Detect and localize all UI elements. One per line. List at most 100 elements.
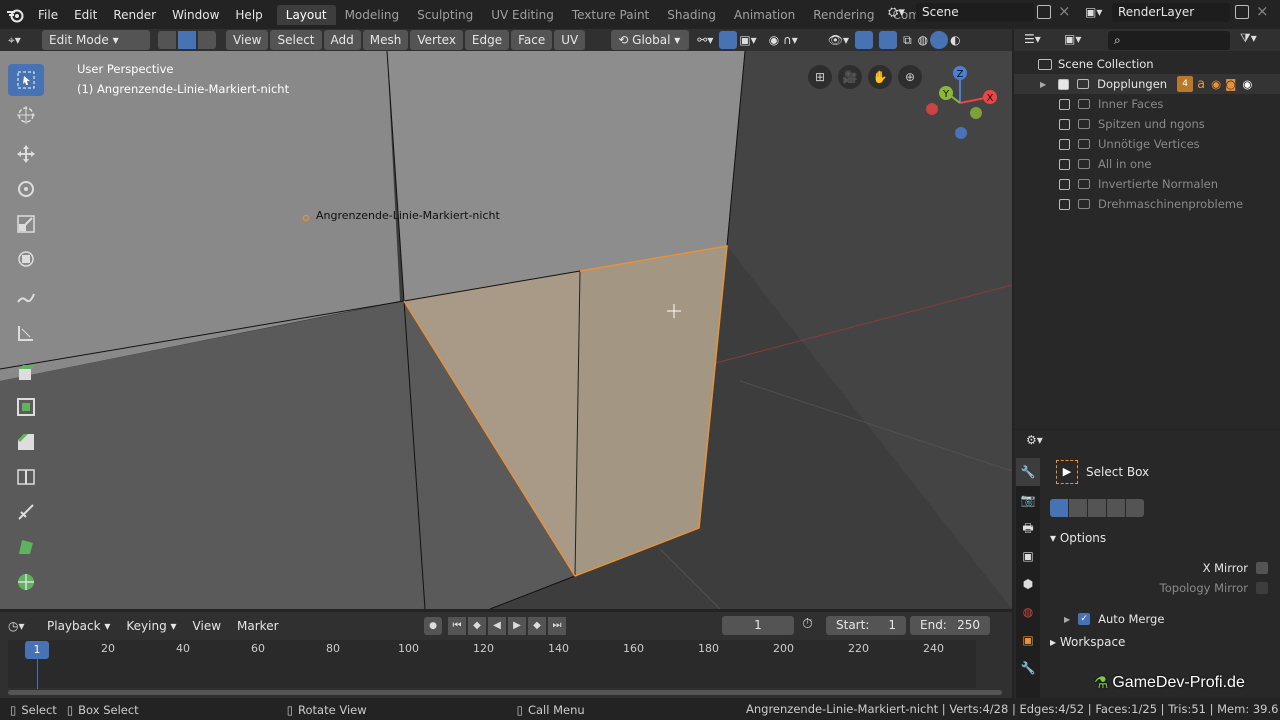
overlays-toggle-icon[interactable] [879,31,898,49]
edge-menu[interactable]: Edge [464,30,510,50]
select-mode-face-icon[interactable] [198,31,216,49]
bevel-tool-icon[interactable] [8,426,44,458]
mesh-menu[interactable]: Mesh [362,30,409,50]
render-tab-icon[interactable]: 📷 [1016,486,1040,514]
tab-modeling[interactable]: Modeling [336,5,409,25]
timeline-editor-icon[interactable]: ◷▾ [8,619,38,633]
expand-arrow-icon[interactable]: ▶ [1040,80,1046,89]
proportional-edit-icon[interactable]: ◉ ∩▾ [769,33,798,47]
tab-animation[interactable]: Animation [725,5,804,25]
play-reverse-icon[interactable]: ◀ [488,617,506,635]
tab-layout[interactable]: Layout [276,4,336,25]
snap-icon[interactable] [719,31,738,49]
tab-rendering[interactable]: Rendering [804,5,883,25]
preview-range-icon[interactable]: ⏱ [802,616,813,632]
select-mode-edge-icon[interactable] [178,31,196,49]
properties-editor-icon[interactable]: ⚙▾ [1026,433,1043,447]
jump-start-icon[interactable]: ⏮ [448,617,466,635]
mode-invert-icon[interactable] [1107,499,1125,517]
marker-menu[interactable]: Marker [230,619,285,633]
keying-menu[interactable]: Keying ▾ [119,619,183,633]
topology-mirror-checkbox[interactable] [1256,582,1268,594]
jump-keyframe-back-icon[interactable]: ◆ [468,617,486,635]
transform-tool-icon[interactable] [8,243,44,275]
scene-field[interactable]: Scene [916,3,1034,22]
tab-shading[interactable]: Shading [658,5,725,25]
auto-merge-checkbox[interactable]: ✓ [1078,613,1091,625]
outliner-collection-row[interactable]: Inner Faces [1014,94,1280,114]
view-menu[interactable]: View [226,30,269,50]
knife-tool-icon[interactable] [8,496,44,528]
x-mirror-checkbox[interactable] [1256,562,1268,574]
display-mode-icon[interactable]: ▣▾ [1064,32,1081,46]
filter-icon[interactable]: ⧩▾ [1240,31,1257,46]
workspace-section-header[interactable]: ▸ Workspace [1050,635,1125,649]
scene-selector-icon[interactable]: ⛭▾ [888,5,914,24]
shading-wireframe-icon[interactable]: ◍ [918,33,928,47]
orientation-select[interactable]: ⟲ Global ▾ [611,30,690,50]
tab-sculpting[interactable]: Sculpting [408,5,482,25]
end-frame-field[interactable]: End: 250 [910,616,990,635]
select-menu[interactable]: Select [270,30,322,50]
menu-help[interactable]: Help [227,8,270,22]
play-icon[interactable]: ▶ [508,617,526,635]
navigation-gizmo[interactable]: Z X Y [920,61,1004,145]
move-tool-icon[interactable] [8,138,44,170]
pan-view-icon[interactable]: ✋ [868,65,892,89]
outliner-collection-row[interactable]: Invertierte Normalen [1014,174,1280,194]
collection-checkbox[interactable] [1059,198,1070,210]
select-mode-vertex-icon[interactable] [158,31,176,49]
annotate-tool-icon[interactable] [8,282,44,314]
jump-keyframe-forward-icon[interactable]: ◆ [528,617,546,635]
editor-type-icon[interactable]: ⌖▾ [8,33,40,48]
tab-texture-paint[interactable]: Texture Paint [563,5,658,25]
remove-scene-icon[interactable]: × [1058,2,1071,20]
snap-target-icon[interactable]: ▣▾ [739,33,756,47]
timeline-view-menu[interactable]: View [186,619,228,633]
menu-render[interactable]: Render [105,8,164,22]
menu-file[interactable]: File [30,8,66,22]
camera-view-icon[interactable]: 🎥 [838,65,862,89]
jump-end-icon[interactable]: ⏭ [548,617,566,635]
playback-menu[interactable]: Playback ▾ [40,619,117,633]
outliner-collection-row[interactable]: Spitzen und ngons [1014,114,1280,134]
collection-checkbox[interactable] [1059,178,1070,190]
outliner-search-input[interactable]: ⌕ [1108,31,1230,50]
collection-checkbox[interactable] [1058,78,1070,90]
tool-tab-icon[interactable]: 🔧 [1016,458,1040,486]
poly-build-tool-icon[interactable] [8,531,44,563]
collection-checkbox[interactable] [1059,98,1070,110]
record-button[interactable]: ● [424,617,442,635]
menu-edit[interactable]: Edit [66,8,105,22]
face-menu[interactable]: Face [511,30,553,50]
overlay-visibility-icon[interactable]: 👁▾ [828,33,849,47]
3d-viewport[interactable]: User Perspective (1) Angrenzende-Linie-M… [0,51,1012,609]
view-layer-tab-icon[interactable]: ▣ [1016,542,1040,570]
mode-select[interactable]: Edit Mode ▾ [42,30,150,50]
mode-subtract-icon[interactable] [1088,499,1106,517]
scale-tool-icon[interactable] [8,208,44,240]
outliner-collection-row[interactable]: Drehmaschinenprobleme [1014,194,1280,214]
modifier-tab-icon[interactable]: 🔧 [1016,654,1040,682]
measure-tool-icon[interactable] [8,317,44,349]
view-layer-icon[interactable]: ▣▾ [1085,5,1109,21]
collection-checkbox[interactable] [1059,158,1070,170]
vertex-menu[interactable]: Vertex [410,30,463,50]
collection-checkbox[interactable] [1059,138,1070,150]
blender-logo-icon[interactable] [0,7,30,23]
new-view-layer-icon[interactable] [1235,5,1249,19]
timeline-scrollbar[interactable] [8,690,1002,695]
pivot-icon[interactable]: ⚯▾ [697,33,713,47]
add-menu[interactable]: Add [323,30,361,50]
remove-view-layer-icon[interactable]: × [1256,2,1269,20]
outliner-collection-row[interactable]: Unnötige Vertices [1014,134,1280,154]
menu-window[interactable]: Window [164,8,227,22]
shading-material-icon[interactable]: ◐ [950,33,960,47]
world-tab-icon[interactable]: ◍ [1016,598,1040,626]
cursor-tool-icon[interactable] [8,99,44,131]
collection-checkbox[interactable] [1059,118,1070,130]
scene-tab-icon[interactable]: ⬢ [1016,570,1040,598]
spin-tool-icon[interactable] [8,566,44,598]
mode-intersect-icon[interactable] [1126,499,1144,517]
view-layer-field[interactable]: RenderLayer [1112,3,1230,22]
